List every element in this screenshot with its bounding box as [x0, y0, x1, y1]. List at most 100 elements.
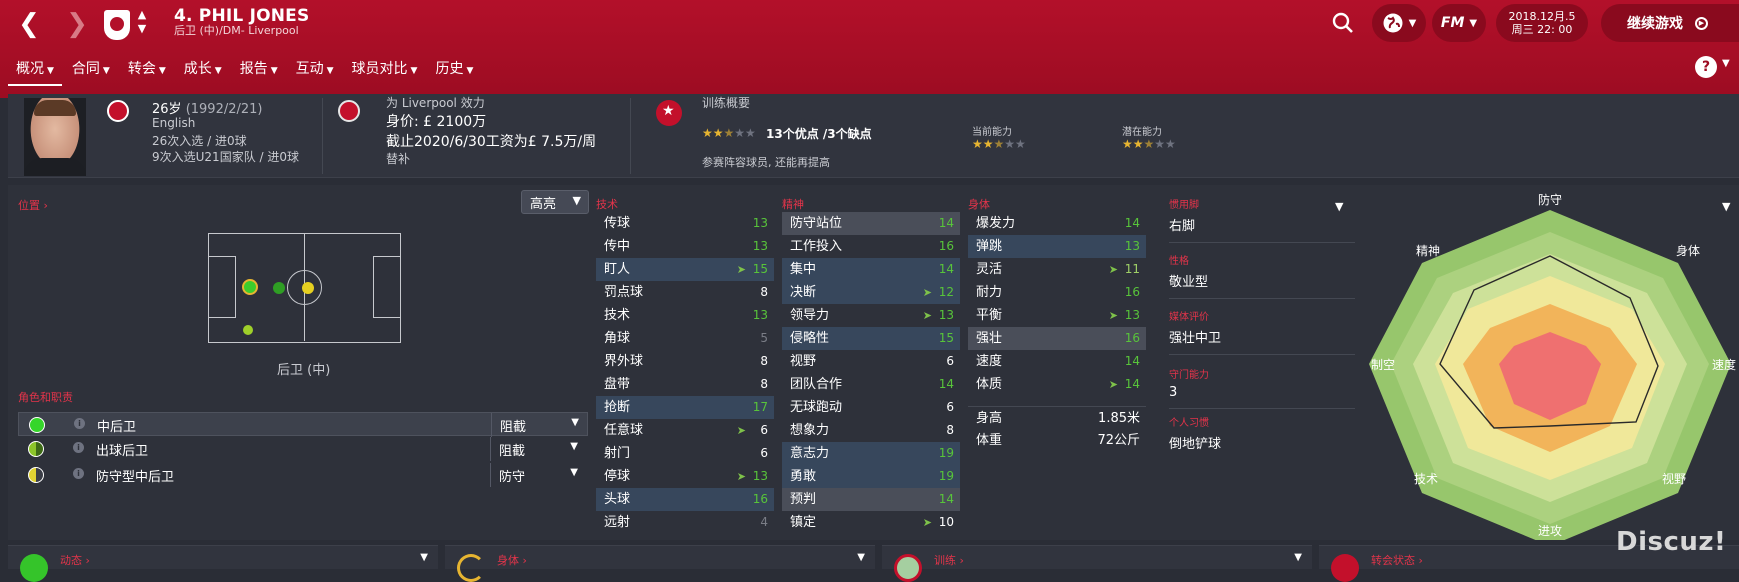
menu-item-history[interactable]: 历史 ▼: [427, 56, 481, 86]
attr-name: 传球: [604, 216, 631, 231]
help-icon[interactable]: ?: [1695, 56, 1717, 78]
attr-row[interactable]: 镇定 ➤ 10: [782, 511, 960, 534]
chevron-down-icon[interactable]: ▼: [1722, 200, 1730, 213]
position-name: 后卫 (中): [277, 363, 331, 378]
attr-row[interactable]: 射门 6: [596, 442, 774, 465]
attr-row[interactable]: 弹跳 13: [968, 235, 1146, 258]
training-star-icon[interactable]: ★: [656, 100, 682, 126]
attr-row[interactable]: 停球 ➤ 13: [596, 465, 774, 488]
chevron-down-icon[interactable]: ▼: [1722, 58, 1730, 69]
role-row[interactable]: i 出球后卫 阻截 ▼: [18, 437, 588, 461]
attr-row[interactable]: 抢断 17: [596, 396, 774, 419]
info-foot[interactable]: 惯用脚 右脚: [1169, 196, 1355, 243]
attr-row[interactable]: 视野 6: [782, 350, 960, 373]
panel-dynamics[interactable]: 动态 › ▼: [8, 545, 438, 582]
attr-row[interactable]: 传中 13: [596, 235, 774, 258]
attr-row[interactable]: 角球 5: [596, 327, 774, 350]
date-display[interactable]: 2018.12月.5 周三 22: 00: [1496, 4, 1588, 42]
chevron-down-icon: ▼: [326, 66, 334, 76]
dropdown-value: 高亮: [530, 197, 557, 212]
attr-row[interactable]: 防守站位 14: [782, 212, 960, 235]
info-icon[interactable]: i: [73, 468, 84, 479]
attr-row[interactable]: 速度 14: [968, 350, 1146, 373]
chevron-down-icon: ▼: [102, 66, 110, 76]
back-button[interactable]: ❮: [14, 10, 44, 40]
continue-button[interactable]: 继续游戏 ▶: [1601, 4, 1739, 42]
duty-dropdown[interactable]: 阻截 ▼: [491, 413, 587, 437]
menu-item-overview[interactable]: 概况 ▼: [8, 56, 62, 86]
attr-row[interactable]: 耐力 16: [968, 281, 1146, 304]
player-nav-arrows[interactable]: ▲ ▼: [134, 8, 150, 36]
menu-label: 转会: [127, 61, 156, 77]
weight-row: 体重 72公斤: [968, 429, 1146, 452]
attr-row[interactable]: 传球 13: [596, 212, 774, 235]
menu-item-interaction[interactable]: 互动 ▼: [288, 56, 342, 86]
club-badge-icon[interactable]: [338, 100, 360, 122]
highlight-dropdown[interactable]: 高亮 ▼: [521, 190, 589, 214]
attr-row[interactable]: 头球 16: [596, 488, 774, 511]
chevron-down-icon: ▼: [47, 66, 54, 76]
england-flag-icon[interactable]: [107, 100, 129, 122]
panel-physical[interactable]: 身体 › ▼: [445, 545, 875, 582]
globe-button[interactable]: ▼: [1372, 4, 1426, 42]
info-icon[interactable]: i: [74, 418, 85, 429]
attr-name: 领导力: [790, 308, 830, 323]
attr-row[interactable]: 预判 14: [782, 488, 960, 511]
attr-row[interactable]: 无球跑动 6: [782, 396, 960, 419]
attr-name: 速度: [976, 354, 1003, 369]
attr-value: 13: [752, 216, 768, 230]
menu-item-contract[interactable]: 合同 ▼: [64, 56, 118, 86]
menu-item-transfer[interactable]: 转会 ▼: [120, 56, 174, 86]
duty-dropdown[interactable]: 阻截 ▼: [490, 437, 586, 461]
chevron-down-icon[interactable]: ▼: [138, 22, 146, 35]
role-row[interactable]: i 防守型中后卫 防守 ▼: [18, 463, 588, 487]
attr-row[interactable]: 想象力 8: [782, 419, 960, 442]
attr-value: 15: [938, 331, 954, 345]
position-dot-dm: [273, 282, 285, 294]
menu-item-development[interactable]: 成长 ▼: [176, 56, 230, 86]
attr-row[interactable]: 意志力 19: [782, 442, 960, 465]
attr-row[interactable]: 盘带 8: [596, 373, 774, 396]
info-icon[interactable]: i: [73, 442, 84, 453]
attr-row[interactable]: 爆发力 14: [968, 212, 1146, 235]
attr-name: 界外球: [604, 354, 644, 369]
search-icon[interactable]: [1330, 10, 1356, 36]
duty-dropdown[interactable]: 防守 ▼: [490, 463, 586, 487]
attr-row[interactable]: 盯人 ➤ 15: [596, 258, 774, 281]
player-header: [8, 94, 1739, 178]
info-value: 敬业型: [1169, 275, 1209, 290]
attr-row[interactable]: 任意球 ➤ 6: [596, 419, 774, 442]
info-media: 媒体评价 强壮中卫: [1169, 308, 1355, 355]
attr-row[interactable]: 集中 14: [782, 258, 960, 281]
attr-row[interactable]: 工作投入 16: [782, 235, 960, 258]
panel-training[interactable]: 训练 › ▼: [882, 545, 1312, 582]
attr-row[interactable]: 平衡 ➤ 13: [968, 304, 1146, 327]
info-goalkeeping: 守门能力 3: [1169, 366, 1355, 409]
attr-row[interactable]: 勇敢 19: [782, 465, 960, 488]
attr-row[interactable]: 技术 13: [596, 304, 774, 327]
menu-item-compare[interactable]: 球员对比 ▼: [344, 56, 426, 86]
chevron-down-icon[interactable]: ▼: [1335, 200, 1343, 213]
attr-row[interactable]: 强壮 16: [968, 327, 1146, 350]
panel-label: 转会状态 ›: [1371, 554, 1423, 567]
training-note: 参赛阵容球员, 还能再提高: [702, 156, 830, 169]
attr-row[interactable]: 决断 ➤ 12: [782, 281, 960, 304]
fm-menu-button[interactable]: FM ▼: [1432, 4, 1486, 42]
attr-row[interactable]: 罚点球 8: [596, 281, 774, 304]
attr-row[interactable]: 侵略性 15: [782, 327, 960, 350]
role-row[interactable]: i 中后卫 阻截 ▼: [18, 412, 588, 437]
attr-row[interactable]: 领导力 ➤ 13: [782, 304, 960, 327]
menu-item-reports[interactable]: 报告 ▼: [232, 56, 286, 86]
penalty-box-left: [208, 256, 236, 318]
attr-row[interactable]: 界外球 8: [596, 350, 774, 373]
forward-button[interactable]: ❯: [62, 10, 92, 40]
chevron-up-icon[interactable]: ▲: [138, 8, 146, 21]
club-crest-icon[interactable]: [104, 10, 130, 40]
chevron-down-icon: ▼: [466, 66, 474, 76]
attr-row[interactable]: 远射 4: [596, 511, 774, 534]
attr-row[interactable]: 团队合作 14: [782, 373, 960, 396]
attr-row[interactable]: 灵活 ➤ 11: [968, 258, 1146, 281]
position-section-label[interactable]: 位置 ›: [18, 197, 48, 213]
attr-row[interactable]: 体质 ➤ 14: [968, 373, 1146, 396]
watermark-text: Discuz!: [1616, 527, 1727, 557]
